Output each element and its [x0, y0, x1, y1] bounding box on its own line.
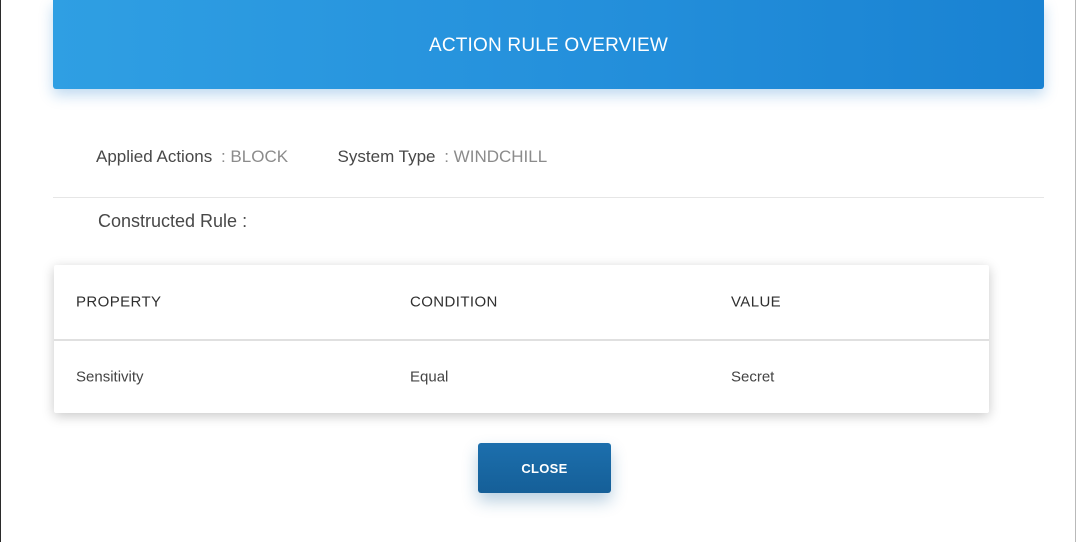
- constructed-rule-label: Constructed Rule :: [98, 211, 248, 231]
- section-divider: [53, 197, 1044, 198]
- system-type-value: : WINDCHILL: [444, 147, 548, 166]
- table-row: Sensitivity Equal Secret: [54, 341, 989, 413]
- cell-value: Secret: [731, 368, 775, 386]
- cell-property: Sensitivity: [76, 368, 144, 386]
- close-button[interactable]: CLOSE: [478, 443, 611, 493]
- rule-info-row: Applied Actions : BLOCK System Type : WI…: [96, 147, 547, 167]
- dialog-title: ACTION RULE OVERVIEW: [428, 34, 669, 56]
- table-header-row: PROPERTY CONDITION VALUE: [54, 265, 989, 341]
- system-type-label: System Type: [337, 147, 436, 166]
- rule-table: PROPERTY CONDITION VALUE Sensitivity Equ…: [54, 265, 989, 413]
- dialog-header: ACTION RULE OVERVIEW: [53, 0, 1044, 89]
- column-header-value: VALUE: [731, 293, 782, 311]
- column-header-condition: CONDITION: [410, 293, 498, 311]
- applied-actions-value: : BLOCK: [220, 147, 289, 166]
- applied-actions-label: Applied Actions: [96, 147, 213, 166]
- cell-condition: Equal: [410, 368, 449, 386]
- column-header-property: PROPERTY: [76, 293, 162, 311]
- dialog-window: ACTION RULE OVERVIEW Applied Actions : B…: [0, 0, 1076, 542]
